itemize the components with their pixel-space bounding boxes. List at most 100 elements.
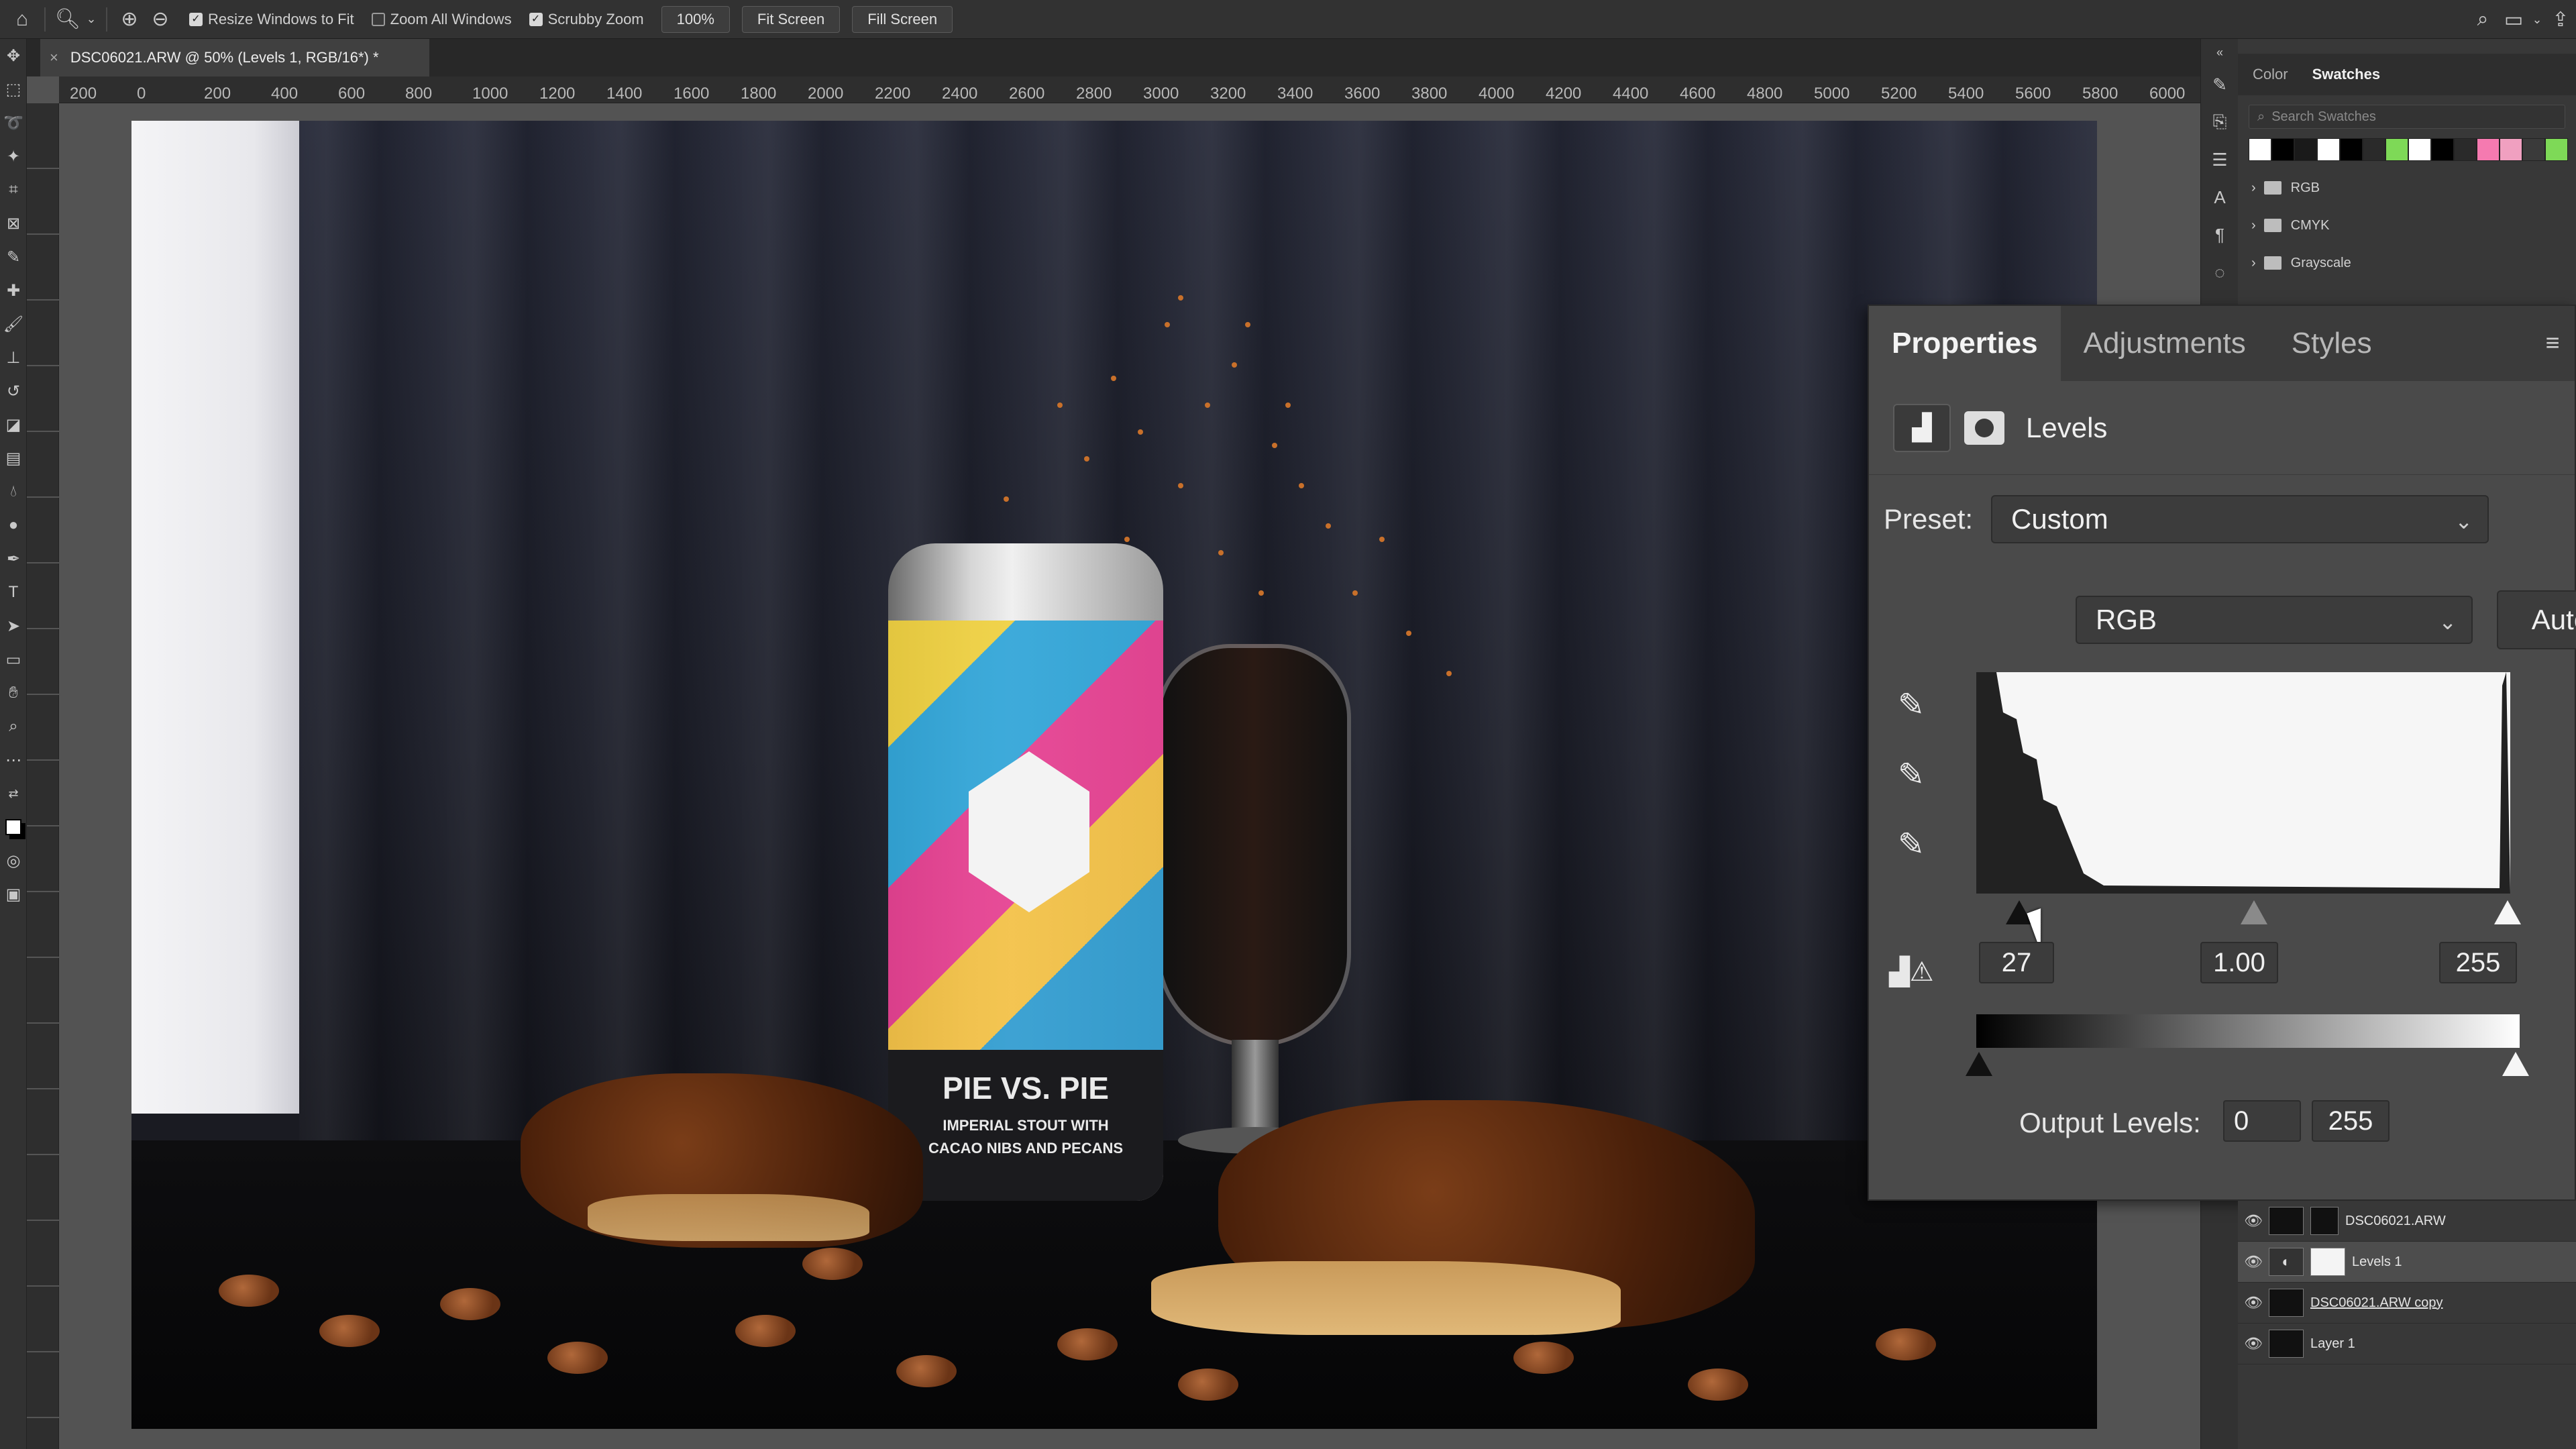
swatch-chip[interactable] xyxy=(2545,138,2568,161)
crop-tool-icon[interactable]: ⌗ xyxy=(0,173,27,207)
home-icon[interactable]: ⌂ xyxy=(7,4,38,35)
input-black-field[interactable]: 27 xyxy=(1979,942,2054,983)
paragraph-icon[interactable]: ¶ xyxy=(2201,216,2239,254)
eyedropper-tool-icon[interactable]: ✎ xyxy=(0,240,27,274)
brush-tool-icon[interactable]: 🖌︎ xyxy=(0,307,27,341)
layer-row[interactable]: 👁︎ DSC06021.ARW copy xyxy=(2238,1283,2576,1324)
swatch-chip[interactable] xyxy=(2522,138,2545,161)
dodge-tool-icon[interactable]: ● xyxy=(0,508,27,542)
swatch-chip[interactable] xyxy=(2317,138,2340,161)
swatch-chip[interactable] xyxy=(2340,138,2363,161)
white-point-eyedropper-icon[interactable]: ✎ xyxy=(1888,821,1935,868)
brush-settings-icon[interactable]: ✎ xyxy=(2201,66,2239,103)
lasso-tool-icon[interactable]: ➰ xyxy=(0,106,27,140)
ruler-vertical[interactable] xyxy=(27,103,59,1449)
visibility-eye-icon[interactable]: 👁︎ xyxy=(2238,1335,2269,1352)
move-tool-icon[interactable]: ✥ xyxy=(0,39,27,72)
swap-colors-icon[interactable]: ⇄ xyxy=(0,777,27,810)
frame-tool-icon[interactable]: ⊠ xyxy=(0,207,27,240)
resize-windows-checkbox[interactable]: ✓ Resize Windows to Fit xyxy=(189,11,354,28)
gray-point-eyedropper-icon[interactable]: ✎ xyxy=(1888,751,1935,798)
history-brush-tool-icon[interactable]: ↺ xyxy=(0,374,27,408)
type-tool-icon[interactable]: T xyxy=(0,576,27,609)
swatch-chip[interactable] xyxy=(2249,138,2271,161)
mask-icon[interactable] xyxy=(1960,407,2008,449)
fill-screen-button[interactable]: Fill Screen xyxy=(852,5,953,33)
magic-wand-tool-icon[interactable]: ✦ xyxy=(0,140,27,173)
tab-swatches[interactable]: Swatches xyxy=(2312,66,2381,83)
output-white-field[interactable]: 255 xyxy=(2312,1100,2390,1142)
layer-row[interactable]: 👁︎ DSC06021.ARW xyxy=(2238,1201,2576,1242)
glyphs-icon[interactable]: ◌ xyxy=(2201,254,2239,291)
output-black-slider[interactable] xyxy=(1966,1052,1992,1076)
input-white-field[interactable]: 255 xyxy=(2439,942,2517,983)
hand-tool-icon[interactable]: ✋︎ xyxy=(0,676,27,710)
zoom-100-button[interactable]: 100% xyxy=(661,5,730,33)
rectangle-tool-icon[interactable]: ▭ xyxy=(0,643,27,676)
healing-brush-tool-icon[interactable]: ✚ xyxy=(0,274,27,307)
more-tools-icon[interactable]: ⋯ xyxy=(0,743,27,777)
preset-dropdown[interactable]: Custom ⌄ xyxy=(1991,495,2489,543)
visibility-eye-icon[interactable]: 👁︎ xyxy=(2238,1212,2269,1230)
screen-mode-icon[interactable]: ▣ xyxy=(0,877,27,911)
auto-button[interactable]: Auto xyxy=(2497,590,2576,649)
pen-tool-icon[interactable]: ✒ xyxy=(0,542,27,576)
tab-styles[interactable]: Styles xyxy=(2269,306,2395,381)
adjustments-sliders-icon[interactable]: ☰ xyxy=(2201,141,2239,178)
workspace-icon[interactable]: ▭ xyxy=(2498,4,2529,35)
blur-tool-icon[interactable]: 💧︎ xyxy=(0,475,27,508)
swatch-folder-rgb[interactable]: › RGB xyxy=(2238,169,2576,207)
zoom-icon[interactable]: 🔍︎ xyxy=(52,4,83,35)
swatch-chip[interactable] xyxy=(2431,138,2454,161)
swatches-search-input[interactable]: ⌕ Search Swatches xyxy=(2249,105,2565,129)
tab-properties[interactable]: Properties xyxy=(1869,306,2061,381)
gradient-tool-icon[interactable]: ▤ xyxy=(0,441,27,475)
document-tab[interactable]: × DSC06021.ARW @ 50% (Levels 1, RGB/16*)… xyxy=(40,39,429,76)
clone-source-icon[interactable]: ⎘ xyxy=(2201,103,2239,141)
zoom-all-windows-checkbox[interactable]: Zoom All Windows xyxy=(371,11,512,28)
panel-menu-icon[interactable]: ≡ xyxy=(2537,327,2568,358)
layer-row[interactable]: 👁︎ ◐ Levels 1 xyxy=(2238,1242,2576,1283)
swatch-folder-grayscale[interactable]: › Grayscale xyxy=(2238,244,2576,282)
marquee-tool-icon[interactable]: ⬚ xyxy=(0,72,27,106)
layer-row[interactable]: 👁︎ Layer 1 xyxy=(2238,1324,2576,1364)
channel-dropdown[interactable]: RGB ⌄ xyxy=(2076,596,2473,644)
zoom-in-icon[interactable]: ⊕ xyxy=(114,4,145,35)
chevron-down-icon[interactable]: ⌄ xyxy=(83,4,99,35)
clipping-warning-icon[interactable]: ▟⚠ xyxy=(1889,957,1934,987)
swatch-chip[interactable] xyxy=(2477,138,2500,161)
scrubby-zoom-checkbox[interactable]: ✓ Scrubby Zoom xyxy=(529,11,644,28)
quick-mask-icon[interactable]: ◎ xyxy=(0,844,27,877)
swatch-chip[interactable] xyxy=(2271,138,2294,161)
collapse-icon[interactable]: « xyxy=(2201,39,2239,66)
eraser-tool-icon[interactable]: ◪ xyxy=(0,408,27,441)
character-icon[interactable]: A xyxy=(2201,178,2239,216)
output-white-slider[interactable] xyxy=(2502,1052,2529,1076)
swatch-chip[interactable] xyxy=(2363,138,2385,161)
input-gamma-field[interactable]: 1.00 xyxy=(2200,942,2278,983)
zoom-tool-icon[interactable]: ⌕ xyxy=(0,710,27,743)
swatch-chip[interactable] xyxy=(2454,138,2477,161)
input-gamma-slider[interactable] xyxy=(2241,900,2267,924)
swatch-folder-cmyk[interactable]: › CMYK xyxy=(2238,207,2576,244)
tab-adjustments[interactable]: Adjustments xyxy=(2061,306,2269,381)
search-icon[interactable]: ⌕ xyxy=(2467,4,2498,35)
zoom-out-icon[interactable]: ⊖ xyxy=(145,4,176,35)
visibility-eye-icon[interactable]: 👁︎ xyxy=(2238,1253,2269,1271)
tab-color[interactable]: Color xyxy=(2253,66,2288,83)
swatch-chip[interactable] xyxy=(2385,138,2408,161)
document-image[interactable]: PIE VS. PIE IMPERIAL STOUT WITH CACAO NI… xyxy=(131,121,2097,1429)
visibility-eye-icon[interactable]: 👁︎ xyxy=(2238,1294,2269,1311)
foreground-background-color-icon[interactable] xyxy=(0,810,27,844)
path-selection-tool-icon[interactable]: ➤ xyxy=(0,609,27,643)
clone-stamp-tool-icon[interactable]: ⊥ xyxy=(0,341,27,374)
fit-screen-button[interactable]: Fit Screen xyxy=(741,5,841,33)
close-icon[interactable]: × xyxy=(50,49,58,66)
levels-histogram-icon[interactable]: ▟ xyxy=(1893,403,1951,452)
swatch-chip[interactable] xyxy=(2294,138,2317,161)
black-point-eyedropper-icon[interactable]: ✎ xyxy=(1888,682,1935,729)
output-black-field[interactable]: 0 xyxy=(2223,1100,2301,1142)
ruler-horizontal[interactable]: 200 0 200 400 600 800 1000 1200 1400 1600 1800 2000… xyxy=(59,76,2200,103)
swatch-chip[interactable] xyxy=(2408,138,2431,161)
share-icon[interactable]: ⇪ xyxy=(2545,4,2576,35)
